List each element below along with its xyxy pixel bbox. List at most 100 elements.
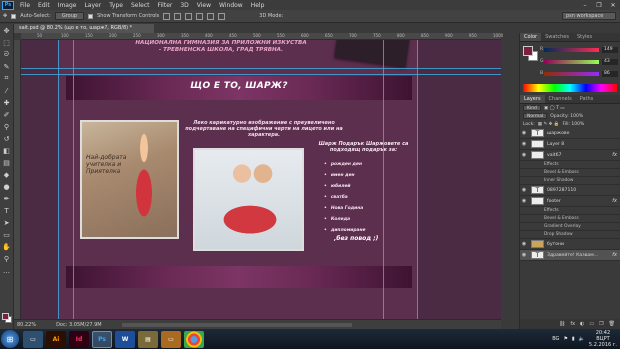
filter-icons[interactable]: ▣ ◯ T ▭ [544, 106, 565, 111]
fill-field[interactable]: Fill: 100% [562, 122, 584, 127]
zoom-level[interactable]: 80.22% [17, 322, 36, 328]
menu-filter[interactable]: Filter [154, 2, 177, 9]
move-tool-icon[interactable]: ✥ [3, 13, 7, 19]
more-tools-icon[interactable]: … [2, 266, 12, 275]
kind-filter-dropdown[interactable]: Kind [523, 105, 541, 111]
visibility-eye-icon[interactable]: ◉ [520, 152, 528, 158]
align-right-icon[interactable] [218, 12, 226, 20]
flag-icon[interactable]: ⚑ [563, 336, 567, 342]
layer-row[interactable]: ◉ T Здравейте! Казвам... fx [520, 250, 620, 261]
menu-edit[interactable]: Edit [34, 2, 54, 9]
link-icon[interactable]: ⛓ [559, 321, 565, 327]
healing-tool-icon[interactable]: ✚ [2, 98, 12, 107]
dodge-tool-icon[interactable]: ● [2, 182, 12, 191]
visibility-eye-icon[interactable]: ◉ [520, 241, 528, 247]
taskbar-illustrator-icon[interactable]: Ai [46, 330, 66, 348]
layer-fx-icon[interactable]: fx [612, 252, 617, 258]
guide-vertical[interactable] [58, 40, 59, 319]
eraser-tool-icon[interactable]: ◧ [2, 146, 12, 155]
guide-vertical[interactable] [417, 40, 418, 319]
quick-select-tool-icon[interactable]: ✎ [2, 62, 12, 71]
taskbar-photoshop-icon[interactable]: Ps [92, 330, 112, 348]
taskbar-word-icon[interactable]: W [115, 330, 135, 348]
layer-effect-item[interactable]: Effects [520, 161, 620, 169]
move-tool-icon[interactable]: ✥ [2, 26, 12, 35]
guide-horizontal[interactable] [21, 74, 501, 75]
menu-file[interactable]: File [16, 2, 34, 9]
visibility-eye-icon[interactable]: ◉ [520, 141, 528, 147]
eyedropper-tool-icon[interactable]: ⁄ [2, 86, 12, 95]
layer-fx-icon[interactable]: fx [612, 152, 617, 158]
auto-select-target-dropdown[interactable]: Group [54, 12, 85, 20]
clock[interactable]: 20:42 ВЦРТ 5.2.2016 г. [589, 330, 617, 348]
align-left-icon[interactable] [196, 12, 204, 20]
layer-row[interactable]: ◉ Tшаржове [520, 128, 620, 139]
layer-row[interactable]: ◉ бутони [520, 239, 620, 250]
type-tool-icon[interactable]: T [2, 206, 12, 215]
foreground-color-swatch[interactable] [523, 46, 533, 56]
guide-vertical[interactable] [383, 40, 384, 319]
tab-channels[interactable]: Channels [545, 95, 576, 103]
menu-3d[interactable]: 3D [176, 2, 192, 9]
visibility-eye-icon[interactable]: ◉ [520, 130, 528, 136]
auto-select-checkbox[interactable] [11, 13, 17, 19]
menu-view[interactable]: View [193, 2, 215, 9]
folder-icon[interactable]: ▭ [589, 321, 594, 327]
blue-slider[interactable] [544, 72, 599, 76]
path-select-tool-icon[interactable]: ➤ [2, 218, 12, 227]
layer-effect-item[interactable]: Bevel & Emboss [520, 169, 620, 177]
red-value[interactable]: 149 [602, 47, 618, 53]
doc-size[interactable]: Doc: 3.05M/27.9M [56, 322, 102, 328]
menu-type[interactable]: Type [105, 2, 127, 9]
align-middle-icon[interactable] [174, 12, 182, 20]
brush-tool-icon[interactable]: ✐ [2, 110, 12, 119]
zoom-tool-icon[interactable]: ⚲ [2, 254, 12, 263]
document-tab[interactable]: sait.psd @ 80.2% (що е то, шарж?, RGB/8)… [14, 24, 154, 33]
guide-horizontal[interactable] [21, 68, 501, 69]
layer-effect-item[interactable]: Effects [520, 207, 620, 215]
align-bottom-icon[interactable] [185, 12, 193, 20]
green-value[interactable]: 43 [602, 59, 618, 65]
taskbar-files-icon[interactable]: ▤ [138, 330, 158, 348]
marquee-tool-icon[interactable]: ⬚ [2, 38, 12, 47]
taskbar-explorer-icon[interactable]: ▭ [23, 330, 43, 348]
taskbar-folder-icon[interactable]: ▭ [161, 330, 181, 348]
layer-effect-item[interactable]: Bevel & Emboss [520, 215, 620, 223]
language-indicator[interactable]: BG [552, 336, 559, 342]
layer-row[interactable]: ◉ Layer 8 [520, 139, 620, 150]
lock-icons[interactable]: ▦ ✎ ✥ 🔒 [538, 122, 560, 127]
taskbar-indesign-icon[interactable]: Id [69, 330, 89, 348]
hand-tool-icon[interactable]: ✋ [2, 242, 12, 251]
trash-icon[interactable]: 🗑 [609, 321, 615, 327]
menu-layer[interactable]: Layer [80, 2, 105, 9]
visibility-eye-icon[interactable]: ◉ [520, 252, 528, 258]
tab-layers[interactable]: Layers [520, 95, 545, 103]
layer-row[interactable]: ◉ vait67 fx [520, 150, 620, 161]
taskbar-chrome-icon[interactable] [184, 330, 204, 348]
guide-vertical[interactable] [73, 40, 74, 319]
workspace-dropdown[interactable]: psn workspace [562, 12, 616, 20]
green-slider[interactable] [544, 60, 599, 64]
layer-effect-item[interactable]: Gradient Overlay [520, 223, 620, 231]
layer-effect-item[interactable]: Drop Shadow [520, 231, 620, 239]
clone-stamp-tool-icon[interactable]: ⚲ [2, 122, 12, 131]
menu-help[interactable]: Help [247, 2, 269, 9]
layer-fx-icon[interactable]: fx [612, 198, 617, 204]
crop-tool-icon[interactable]: ⌗ [2, 74, 12, 83]
document-canvas[interactable]: НАЦИОНАЛНА ГИМНАЗИЯ ЗА ПРИЛОЖНИ ИЗКУСТВА… [58, 40, 418, 319]
opacity-field[interactable]: Opacity: 100% [550, 114, 583, 119]
volume-icon[interactable]: 🔈 [579, 336, 585, 342]
pen-tool-icon[interactable]: ✒ [2, 194, 12, 203]
canvas-area[interactable]: НАЦИОНАЛНА ГИМНАЗИЯ ЗА ПРИЛОЖНИ ИЗКУСТВА… [21, 40, 501, 319]
restore-button[interactable]: ❐ [592, 0, 606, 10]
horizontal-scrollbar[interactable] [121, 322, 352, 327]
close-button[interactable]: ✕ [606, 0, 620, 10]
tab-swatches[interactable]: Swatches [541, 33, 573, 41]
new-layer-icon[interactable]: ❐ [599, 321, 603, 327]
tab-paths[interactable]: Paths [576, 95, 598, 103]
visibility-eye-icon[interactable]: ◉ [520, 187, 528, 193]
menu-select[interactable]: Select [127, 2, 154, 9]
history-brush-tool-icon[interactable]: ↺ [2, 134, 12, 143]
red-slider[interactable] [544, 48, 599, 52]
network-icon[interactable]: ▮ [572, 336, 575, 342]
